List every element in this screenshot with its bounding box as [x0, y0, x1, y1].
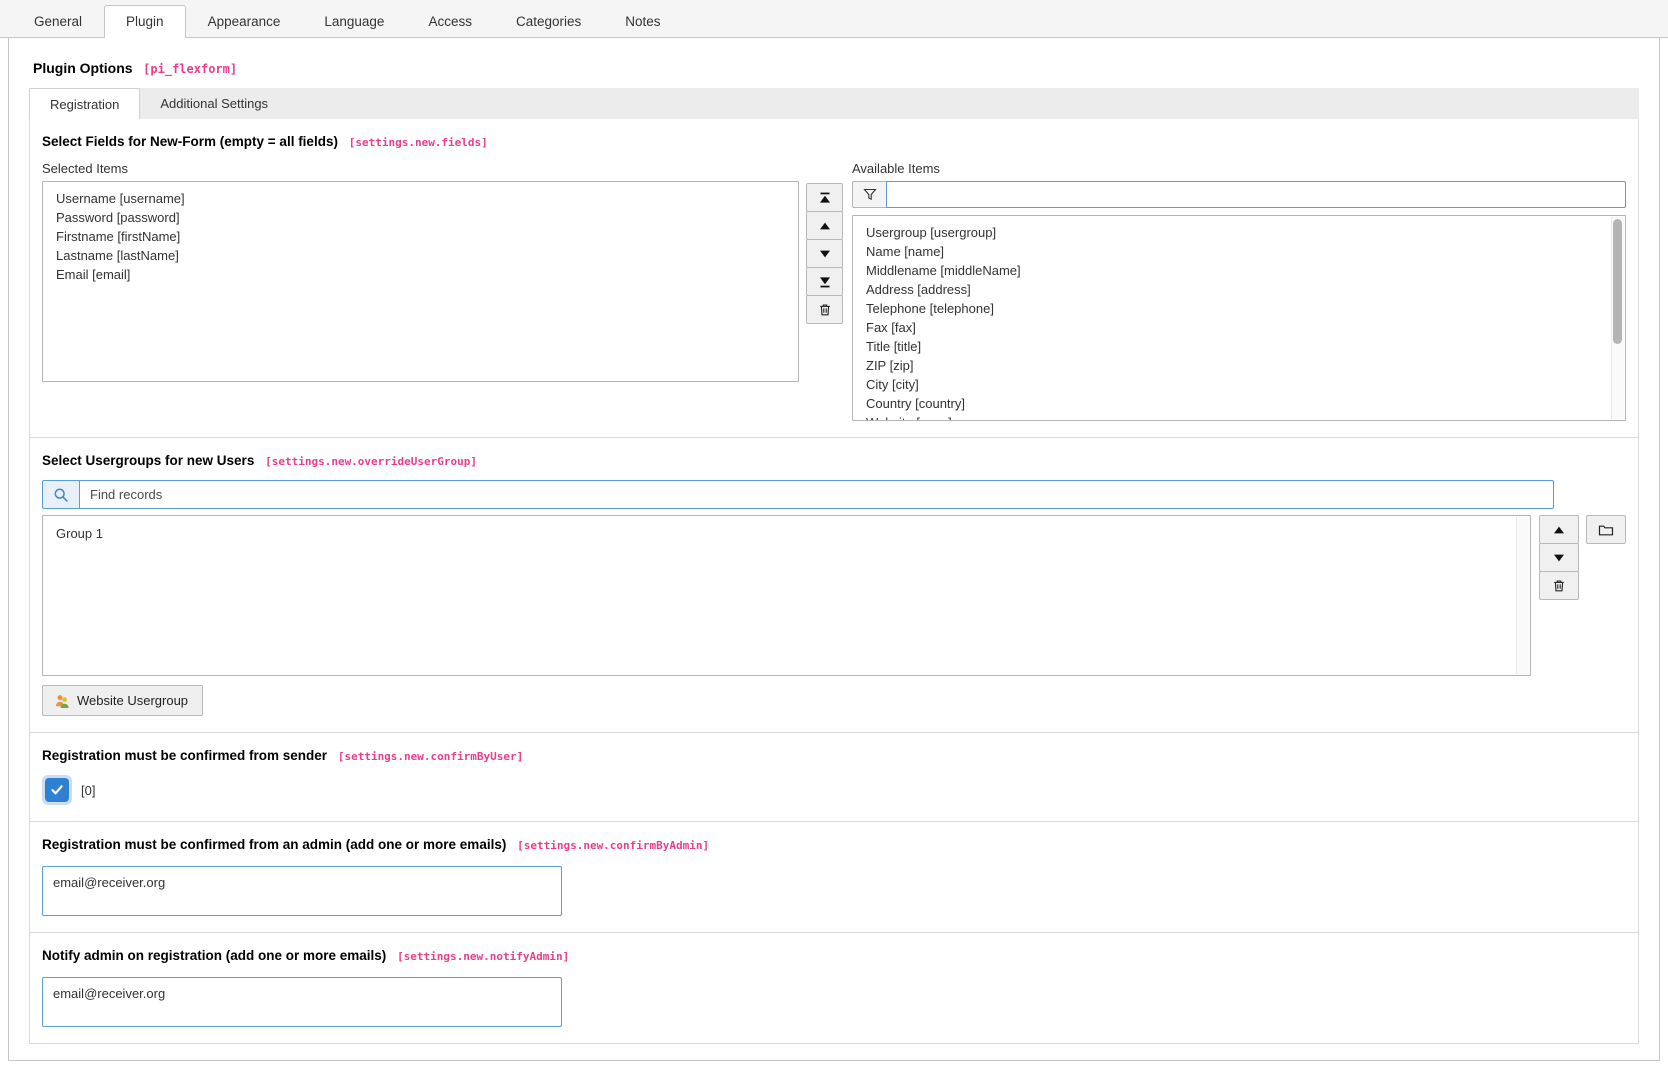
available-filter-input[interactable]	[886, 181, 1626, 208]
usergroup-list-controls	[1539, 515, 1579, 600]
move-up-button[interactable]	[1539, 515, 1579, 544]
tab-additional-settings[interactable]: Additional Settings	[140, 88, 288, 119]
check-icon	[50, 783, 64, 797]
browse-records-button[interactable]	[1586, 515, 1626, 544]
available-filter-group	[852, 181, 1626, 208]
add-website-usergroup-button[interactable]: Website Usergroup	[42, 685, 203, 716]
move-to-bottom-button[interactable]	[806, 267, 843, 296]
tab-notes[interactable]: Notes	[603, 5, 682, 38]
list-item[interactable]: Telephone [telephone]	[853, 299, 1625, 318]
move-to-top-icon	[819, 192, 831, 204]
arrow-up-icon	[819, 220, 831, 232]
frontend-usergroup-icon	[54, 693, 70, 709]
arrow-down-icon	[819, 248, 831, 260]
heading-text: Registration must be confirmed from send…	[42, 748, 327, 763]
move-to-bottom-icon	[819, 276, 831, 288]
plugin-options-title: Plugin Options [pi_flexform]	[33, 60, 1635, 76]
list-item[interactable]: Lastname [lastName]	[43, 246, 798, 265]
tab-appearance[interactable]: Appearance	[186, 5, 303, 38]
remove-selected-button[interactable]	[806, 295, 843, 324]
section-heading: Select Usergroups for new Users [setting…	[42, 453, 1626, 468]
selected-items-label: Selected Items	[42, 161, 799, 176]
available-items-list[interactable]: Usergroup [usergroup]Name [name]Middlena…	[852, 215, 1626, 421]
add-website-usergroup-label: Website Usergroup	[77, 693, 188, 708]
multiselect-controls	[806, 183, 843, 324]
section-heading: Registration must be confirmed from an a…	[42, 837, 1626, 852]
section-confirm-by-admin: Registration must be confirmed from an a…	[30, 821, 1638, 932]
selected-items-list[interactable]: Username [username]Password [password]Fi…	[42, 181, 799, 382]
available-items-label: Available Items	[852, 161, 1626, 176]
find-records-group	[42, 480, 1554, 509]
record-tabbar: GeneralPluginAppearanceLanguageAccessCat…	[0, 0, 1668, 38]
heading-text: Select Fields for New-Form (empty = all …	[42, 134, 338, 149]
trash-icon	[1552, 579, 1566, 593]
funnel-icon	[852, 181, 886, 208]
list-item[interactable]: Group 1	[43, 524, 1530, 543]
tab-access[interactable]: Access	[406, 5, 494, 38]
flexform-field-key: [settings.new.fields]	[349, 136, 488, 149]
section-select-fields: Select Fields for New-Form (empty = all …	[30, 119, 1638, 437]
scrollbar-thumb[interactable]	[1613, 219, 1622, 344]
move-down-button[interactable]	[806, 239, 843, 268]
flexform-key: [pi_flexform]	[143, 62, 237, 76]
find-records-input[interactable]	[79, 480, 1554, 509]
section-heading: Registration must be confirmed from send…	[42, 748, 1626, 763]
list-item[interactable]: ZIP [zip]	[853, 356, 1625, 375]
confirm-by-admin-emails-textarea[interactable]: email@receiver.org	[42, 866, 562, 916]
tab-general[interactable]: General	[12, 5, 104, 38]
heading-text: Registration must be confirmed from an a…	[42, 837, 506, 852]
move-to-top-button[interactable]	[806, 183, 843, 212]
section-confirm-by-user: Registration must be confirmed from send…	[30, 732, 1638, 821]
flexform-tabbar: RegistrationAdditional Settings	[29, 88, 1639, 119]
magnifier-icon	[42, 480, 79, 509]
notify-admin-emails-textarea[interactable]: email@receiver.org	[42, 977, 562, 1027]
move-down-button[interactable]	[1539, 543, 1579, 572]
flexform-field-key: [settings.new.confirmByUser]	[338, 750, 523, 763]
flexform-field-key: [settings.new.notifyAdmin]	[397, 950, 569, 963]
checkbox-label: [0]	[81, 783, 95, 798]
confirm-by-user-checkbox[interactable]	[42, 775, 72, 805]
tab-language[interactable]: Language	[302, 5, 406, 38]
scrollbar-track	[1611, 217, 1624, 419]
list-item[interactable]: City [city]	[853, 375, 1625, 394]
move-up-button[interactable]	[806, 211, 843, 240]
section-usergroups: Select Usergroups for new Users [setting…	[30, 437, 1638, 732]
browse-records-control	[1586, 515, 1626, 544]
remove-usergroup-button[interactable]	[1539, 571, 1579, 600]
flexform-field-key: [settings.new.confirmByAdmin]	[517, 839, 709, 852]
list-item[interactable]: Username [username]	[43, 189, 798, 208]
flexform-content: Select Fields for New-Form (empty = all …	[29, 119, 1639, 1044]
heading-text: Select Usergroups for new Users	[42, 453, 254, 468]
list-item[interactable]: Title [title]	[853, 337, 1625, 356]
list-item[interactable]: Middlename [middleName]	[853, 261, 1625, 280]
list-item[interactable]: Name [name]	[853, 242, 1625, 261]
trash-icon	[818, 303, 832, 317]
usergroup-list[interactable]: Group 1	[42, 515, 1531, 676]
tab-plugin[interactable]: Plugin	[104, 5, 186, 38]
section-heading: Select Fields for New-Form (empty = all …	[42, 134, 1626, 149]
list-item[interactable]: Usergroup [usergroup]	[853, 223, 1625, 242]
list-item[interactable]: Email [email]	[43, 265, 798, 284]
tab-categories[interactable]: Categories	[494, 5, 603, 38]
plugin-options-label: Plugin Options	[33, 60, 133, 76]
folder-icon	[1598, 523, 1614, 537]
section-notify-admin: Notify admin on registration (add one or…	[30, 932, 1638, 1043]
arrow-up-icon	[1553, 524, 1565, 536]
tab-registration[interactable]: Registration	[29, 88, 140, 119]
list-item[interactable]: Country [country]	[853, 394, 1625, 413]
list-item[interactable]: Website [www]	[853, 413, 1625, 421]
record-panel: Plugin Options [pi_flexform] Registratio…	[8, 38, 1660, 1061]
heading-text: Notify admin on registration (add one or…	[42, 948, 386, 963]
scrollbar-track	[1516, 517, 1529, 674]
list-item[interactable]: Fax [fax]	[853, 318, 1625, 337]
arrow-down-icon	[1553, 552, 1565, 564]
list-item[interactable]: Password [password]	[43, 208, 798, 227]
section-heading: Notify admin on registration (add one or…	[42, 948, 1626, 963]
flexform-field-key: [settings.new.overrideUserGroup]	[265, 455, 477, 468]
list-item[interactable]: Firstname [firstName]	[43, 227, 798, 246]
list-item[interactable]: Address [address]	[853, 280, 1625, 299]
